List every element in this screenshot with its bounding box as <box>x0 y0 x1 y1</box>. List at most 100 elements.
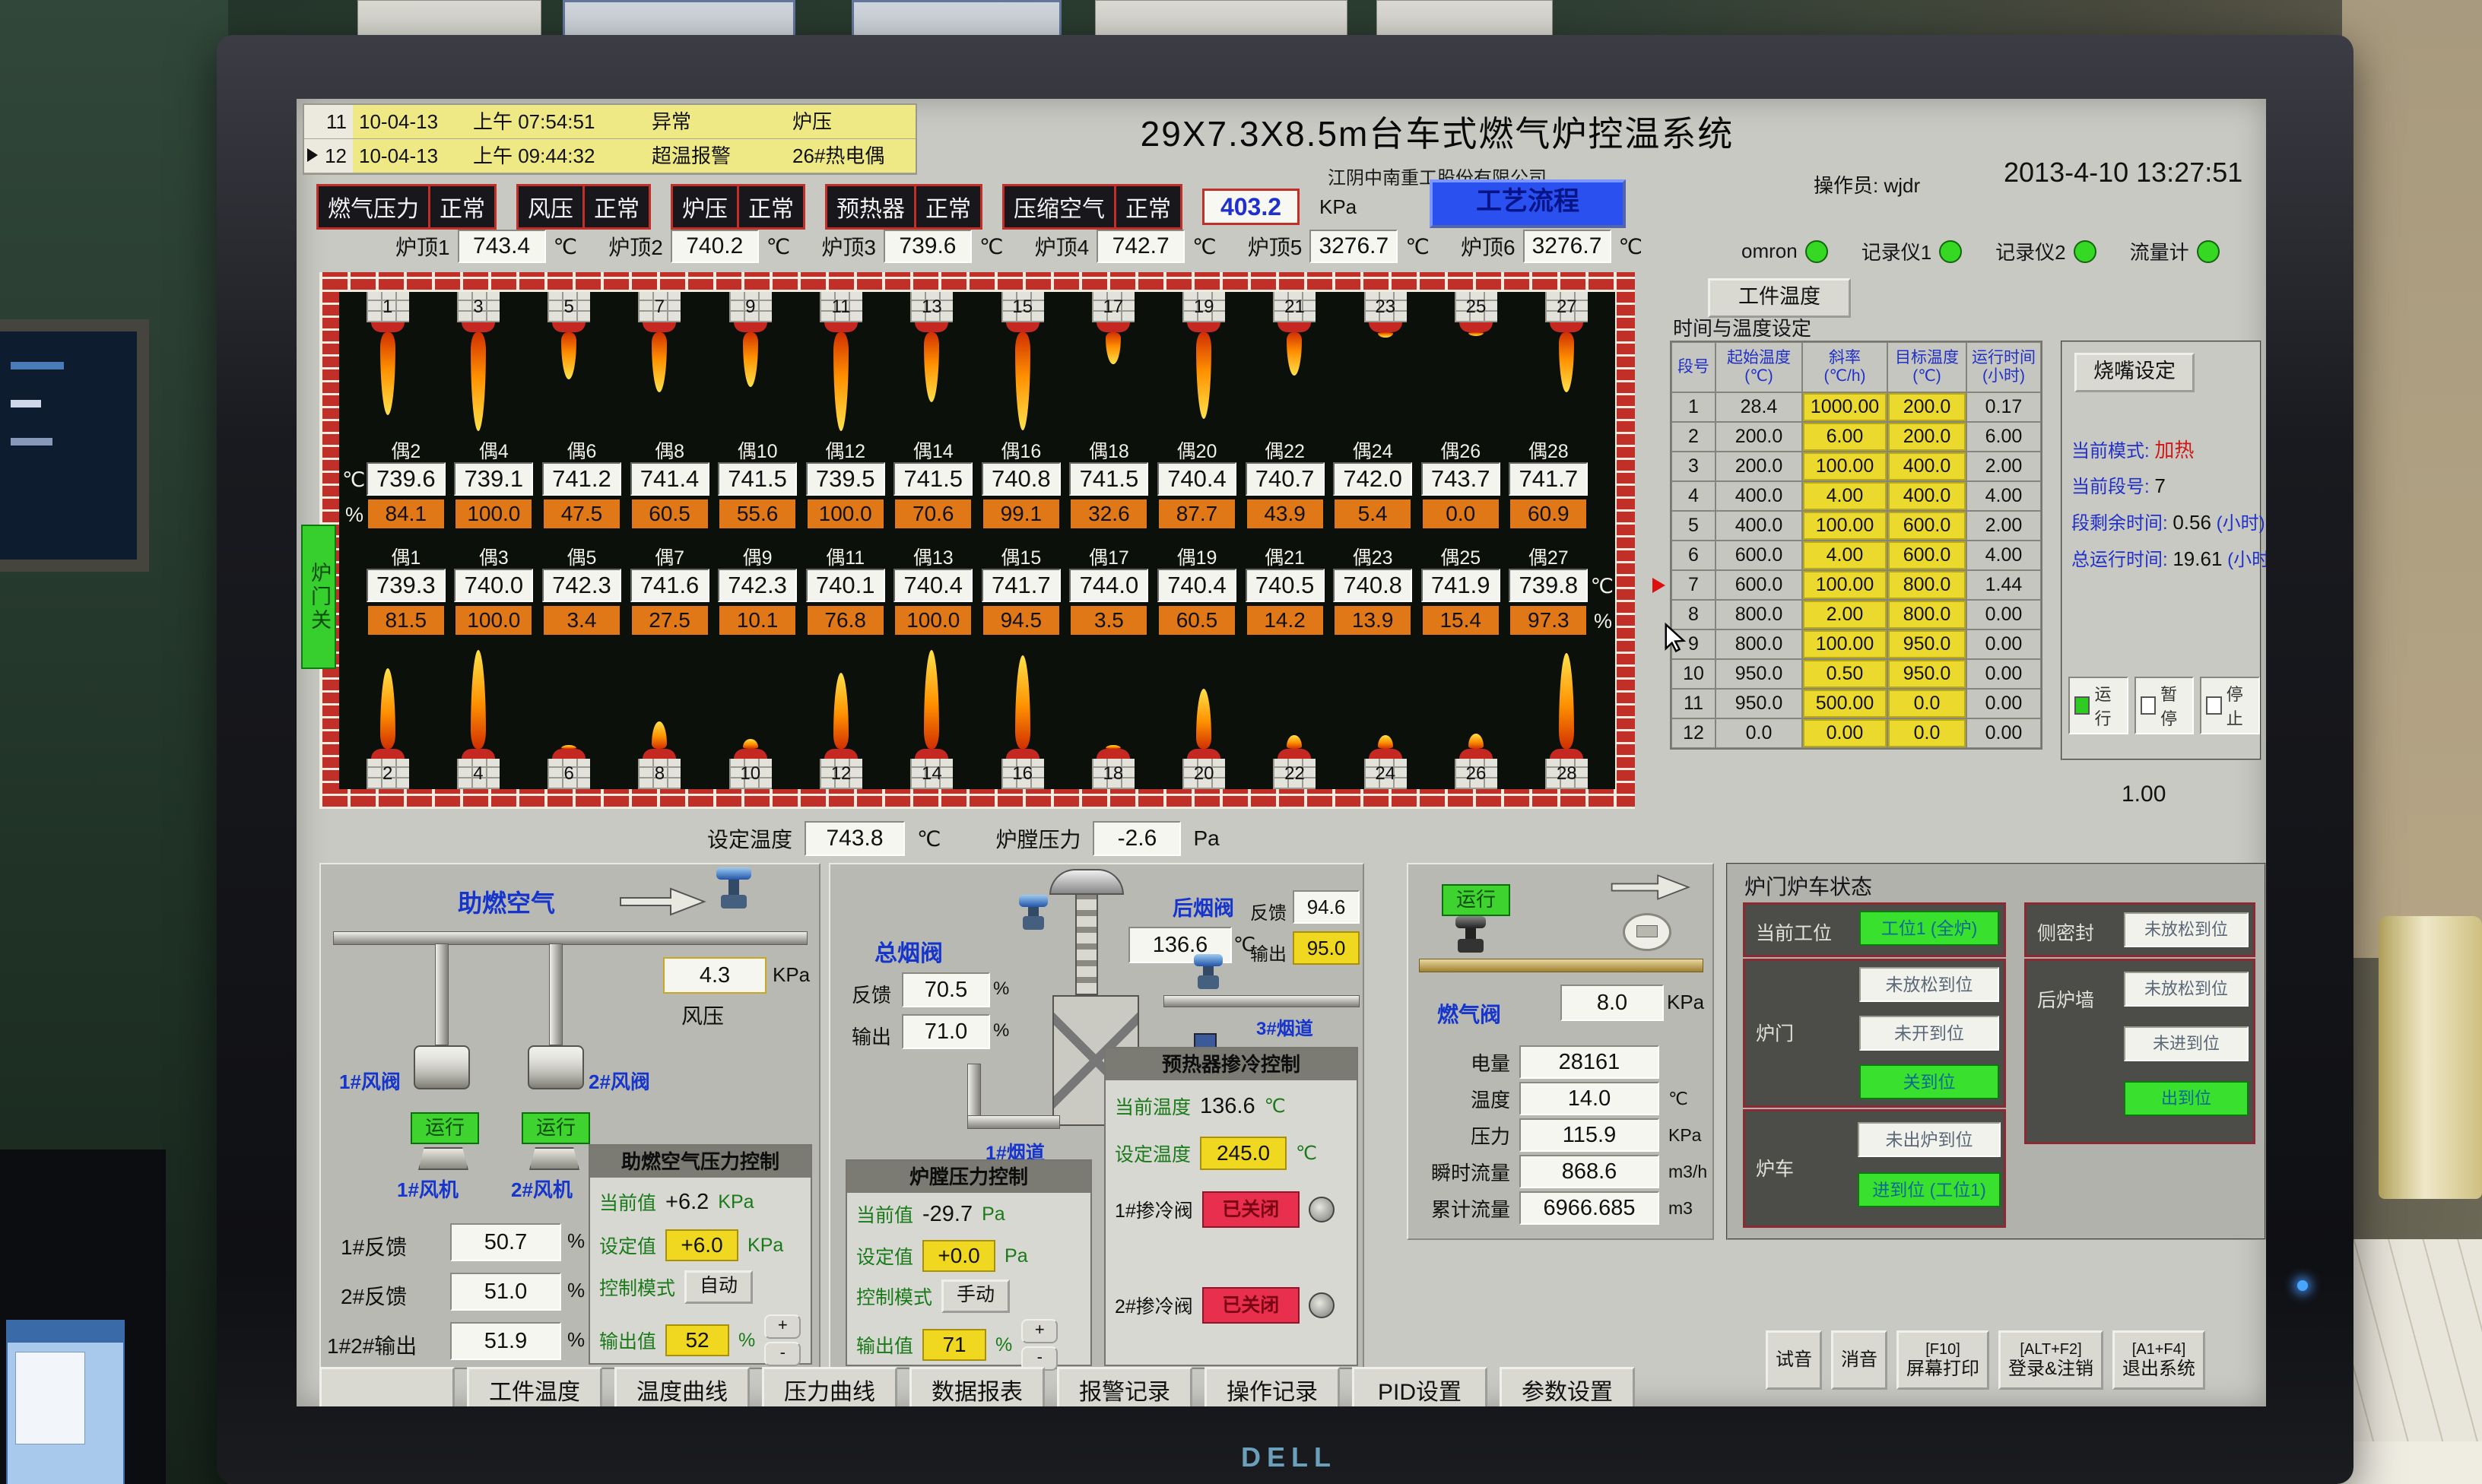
setpoint-input[interactable]: +0.0 <box>922 1240 995 1272</box>
burner-brick: 21 <box>1273 292 1316 322</box>
system-button[interactable]: [F10] 屏幕打印 <box>1896 1330 1989 1390</box>
car-state: 进到位 (工位1) <box>1858 1172 2001 1207</box>
thermocouple: 偶19 740.4 60.5 <box>1153 543 1241 635</box>
mode-button[interactable]: 自动 <box>684 1270 753 1304</box>
rate-setpoint[interactable]: 1000.00 <box>1802 392 1887 422</box>
dial-icon[interactable] <box>1309 1292 1335 1318</box>
nav-button[interactable]: 参数设置 <box>1500 1367 1635 1406</box>
start-temp: 0.0 <box>1716 718 1802 748</box>
burner: 9 <box>705 292 795 431</box>
nav-button[interactable]: 工件温度 <box>467 1367 602 1406</box>
thermocouple: 偶13 740.4 100.0 <box>889 543 977 635</box>
gas-reading-unit: m3/h <box>1668 1162 1707 1182</box>
tc-output-pct: 87.7 <box>1159 499 1235 528</box>
run-checkbox[interactable]: 运行 <box>2068 677 2128 734</box>
increase-button[interactable]: + <box>764 1314 801 1339</box>
workpiece-temp-button[interactable]: 工件温度 <box>1708 278 1851 318</box>
tc-name: 偶22 <box>1265 436 1305 462</box>
system-button[interactable]: 消音 <box>1831 1330 1887 1390</box>
alarm-row[interactable]: 11 10-04-13 上午 07:54:51 异常 炉压 <box>304 105 916 139</box>
burner-brick: 5 <box>548 292 590 322</box>
decrease-button[interactable]: - <box>764 1342 801 1366</box>
target-temp-setpoint[interactable]: 200.0 <box>1887 392 1966 422</box>
tc-name: 偶19 <box>1177 543 1217 569</box>
burner: 16 <box>977 650 1068 789</box>
output-input[interactable]: 71 <box>922 1329 986 1361</box>
rate-setpoint[interactable]: 100.00 <box>1802 570 1887 600</box>
output-input[interactable]: 52 <box>665 1324 729 1356</box>
alarm-row[interactable]: 12 10-04-13 上午 09:44:32 超温报警 26#热电偶 <box>304 139 916 173</box>
tc-temp: 739.3 <box>367 569 446 602</box>
target-temp-setpoint[interactable]: 800.0 <box>1887 570 1966 600</box>
segment-remaining-time: 0.56 <box>2173 511 2211 534</box>
burner-nozzle-icon <box>1369 322 1402 332</box>
rate-setpoint[interactable]: 500.00 <box>1802 689 1887 718</box>
target-temp-setpoint[interactable]: 0.0 <box>1887 689 1966 718</box>
burner-nozzle-icon <box>1278 322 1311 332</box>
top-burners: 1 3 5 <box>342 292 1612 431</box>
nav-button[interactable]: 报警记录 <box>1057 1367 1192 1406</box>
target-temp-setpoint[interactable]: 600.0 <box>1887 541 1966 570</box>
nav-button[interactable]: 数据报表 <box>909 1367 1045 1406</box>
pause-checkbox[interactable]: 暂停 <box>2134 677 2195 734</box>
rate-setpoint[interactable]: 0.50 <box>1802 659 1887 689</box>
rate-setpoint[interactable]: 4.00 <box>1802 481 1887 511</box>
target-temp-setpoint[interactable]: 800.0 <box>1887 600 1966 629</box>
target-temp-setpoint[interactable]: 400.0 <box>1887 481 1966 511</box>
tc-output-pct: 94.5 <box>983 606 1059 635</box>
rear-wall-box: 后炉墙 未放松到位 未进到位 出到位 <box>2024 959 2255 1144</box>
car-state: 未出炉到位 <box>1858 1122 2001 1157</box>
tc-temp: 741.9 <box>1421 569 1500 602</box>
nav-button[interactable]: 温度曲线 <box>614 1367 750 1406</box>
target-temp-setpoint[interactable]: 950.0 <box>1887 629 1966 659</box>
combustion-air-panel: 助燃空气 4.3 KPa 风压 1#风阀 2#风阀 运行 运行 1#风机 2#风… <box>319 863 820 1369</box>
increase-button[interactable]: + <box>1021 1319 1058 1343</box>
thermocouple: 偶9 742.3 10.1 <box>713 543 801 635</box>
burner-nozzle-icon <box>552 322 586 332</box>
thermocouple: 偶28 741.7 60.9 <box>1505 436 1593 528</box>
target-temp-setpoint[interactable]: 200.0 <box>1887 422 1966 452</box>
system-button[interactable]: [A1+F4] 退出系统 <box>2112 1330 2205 1390</box>
nav-button[interactable]: PID设置 <box>1352 1367 1487 1406</box>
rate-setpoint[interactable]: 100.00 <box>1802 452 1887 481</box>
tc-temp: 741.6 <box>630 569 709 602</box>
target-temp-setpoint[interactable]: 400.0 <box>1887 452 1966 481</box>
button-label: 消音 <box>1841 1349 1877 1371</box>
nav-button[interactable]: 操作记录 <box>1204 1367 1340 1406</box>
rate-setpoint[interactable]: 4.00 <box>1802 541 1887 570</box>
burner-setup-button[interactable]: 烧嘴设定 <box>2074 353 2195 392</box>
tc-temp: 740.4 <box>1157 462 1236 496</box>
process-flow-button[interactable]: 工艺流程 <box>1430 179 1626 228</box>
unit-percent: % <box>1594 610 1612 633</box>
burner: 11 <box>795 292 886 431</box>
rate-setpoint[interactable]: 2.00 <box>1802 600 1887 629</box>
gas-reading-row: 电量 28161 <box>1414 1045 1668 1079</box>
rear-valve-output[interactable]: 95.0 <box>1293 931 1360 965</box>
dial-icon[interactable] <box>1309 1197 1335 1222</box>
rate-setpoint[interactable]: 100.00 <box>1802 511 1887 541</box>
target-temp-setpoint[interactable]: 950.0 <box>1887 659 1966 689</box>
burner-nozzle-icon <box>824 322 858 332</box>
rate-setpoint[interactable]: 100.00 <box>1802 629 1887 659</box>
schedule-header-cell: 起始温度 (℃) <box>1716 342 1802 392</box>
unit-percent: % <box>567 1328 585 1352</box>
setpoint-input[interactable]: 245.0 <box>1200 1137 1287 1170</box>
unit-kpa: KPa <box>773 963 810 987</box>
nav-button[interactable]: 压力曲线 <box>762 1367 897 1406</box>
stop-checkbox[interactable]: 停止 <box>2200 677 2260 734</box>
target-temp-setpoint[interactable]: 600.0 <box>1887 511 1966 541</box>
setpoint-input[interactable]: +6.0 <box>665 1229 738 1261</box>
system-button[interactable]: [ALT+F2] 登录&注销 <box>1998 1330 2103 1390</box>
burner-brick: 4 <box>457 759 500 789</box>
mode-button[interactable]: 手动 <box>941 1279 1010 1313</box>
rate-setpoint[interactable]: 0.00 <box>1802 718 1887 748</box>
tc-name: 偶20 <box>1177 436 1217 462</box>
nav-button[interactable] <box>319 1367 455 1406</box>
schedule-row: 2 200.0 6.00 200.0 6.00 <box>1671 422 2041 452</box>
main-flue-valve-label: 总烟阀 <box>874 934 943 968</box>
tc-temp: 740.5 <box>1246 569 1325 602</box>
system-button[interactable]: 试音 <box>1766 1330 1822 1390</box>
unit-celsius: ℃ <box>342 468 365 492</box>
target-temp-setpoint[interactable]: 0.0 <box>1887 718 1966 748</box>
rate-setpoint[interactable]: 6.00 <box>1802 422 1887 452</box>
